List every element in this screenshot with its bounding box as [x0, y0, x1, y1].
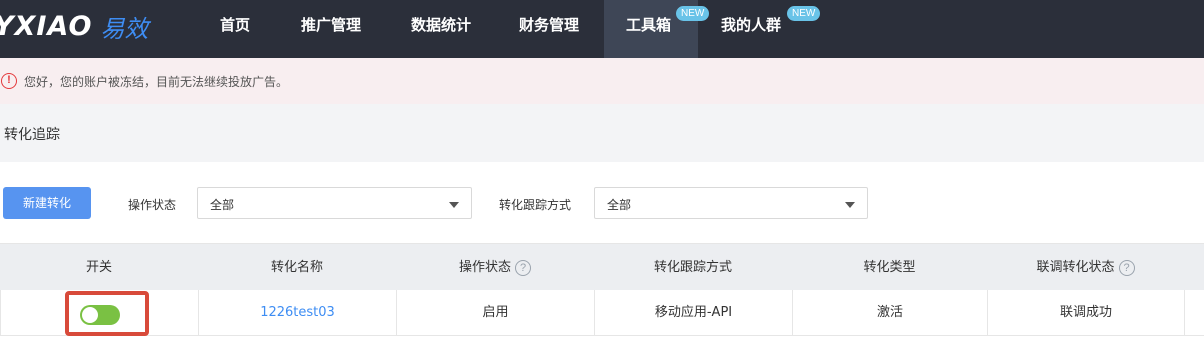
new-badge: NEW	[787, 6, 821, 21]
column-header-tracking: 转化跟踪方式	[594, 244, 792, 291]
select-value: 全部	[210, 198, 235, 212]
exclamation-circle-icon: !	[1, 73, 17, 89]
new-badge: NEW	[676, 6, 710, 21]
column-header-status: 操作状态 ?	[396, 244, 594, 291]
operation-status-select[interactable]: 全部	[197, 187, 472, 219]
help-icon[interactable]: ?	[515, 259, 531, 276]
column-label: 联调转化状态	[1036, 260, 1115, 275]
help-icon[interactable]: ?	[1118, 259, 1135, 276]
column-header-switch: 开关	[0, 244, 198, 291]
logo[interactable]: YXIAO 易效	[0, 6, 148, 46]
nav-statistics[interactable]: 数据统计	[393, 0, 489, 58]
page-title: 转化追踪	[4, 127, 60, 143]
nav-label: 财务管理	[518, 16, 579, 34]
nav-toolbox[interactable]: 工具箱 NEW	[604, 0, 710, 58]
nav-promotion[interactable]: 推广管理	[283, 0, 379, 58]
column-header-name: 转化名称	[198, 244, 396, 291]
tracking-method-select[interactable]: 全部	[594, 187, 868, 219]
nav-label: 我的人群	[721, 16, 782, 34]
nav-home[interactable]: 首页	[205, 0, 265, 58]
column-header-type: 转化类型	[792, 244, 987, 291]
cell-debug-status: 联调成功	[987, 290, 1184, 336]
column-label: 开关	[85, 260, 112, 275]
caret-down-icon	[449, 202, 459, 208]
nav-label: 数据统计	[410, 16, 471, 34]
nav-finance[interactable]: 财务管理	[501, 0, 597, 58]
top-navbar: YXIAO 易效 首页 推广管理 数据统计 财务管理 工具箱 NEW 我的人群 …	[0, 0, 1204, 58]
account-frozen-alert: ! 您好，您的账户被冻结，目前无法继续投放广告。	[0, 58, 1204, 104]
table-row-next	[0, 336, 1204, 348]
tracking-method-label: 转化跟踪方式	[499, 198, 572, 212]
table-header: 开关 转化名称 操作状态 ? 转化跟踪方式 转化类型 联调转化状态 ?	[0, 243, 1204, 290]
conversion-name-link[interactable]: 1226test03	[198, 290, 396, 336]
logo-text-cn: 易效	[100, 14, 149, 43]
nav-label: 推广管理	[300, 16, 361, 34]
column-label: 转化名称	[270, 260, 323, 275]
new-conversion-button[interactable]: 新建转化	[3, 187, 91, 219]
cell-overflow	[1184, 290, 1204, 336]
cell-type: 激活	[792, 290, 987, 336]
logo-text-en: YXIAO	[0, 10, 93, 42]
nav-label: 工具箱	[626, 16, 672, 34]
cell-tracking: 移动应用-API	[594, 290, 792, 336]
highlight-box	[65, 291, 149, 336]
column-label: 转化跟踪方式	[653, 260, 732, 275]
table-row: 1226test03 启用 移动应用-API 激活 联调成功	[0, 290, 1204, 336]
nav-label: 首页	[219, 16, 250, 34]
column-label: 转化类型	[863, 260, 916, 275]
column-label: 操作状态	[458, 260, 511, 275]
nav-my-audience[interactable]: 我的人群 NEW	[713, 0, 823, 58]
select-value: 全部	[607, 198, 632, 212]
operation-status-label: 操作状态	[128, 198, 177, 212]
column-header-debug-status: 联调转化状态 ?	[987, 244, 1184, 291]
caret-down-icon	[845, 202, 855, 208]
alert-text: 您好，您的账户被冻结，目前无法继续投放广告。	[24, 75, 289, 89]
cell-status: 启用	[396, 290, 594, 336]
